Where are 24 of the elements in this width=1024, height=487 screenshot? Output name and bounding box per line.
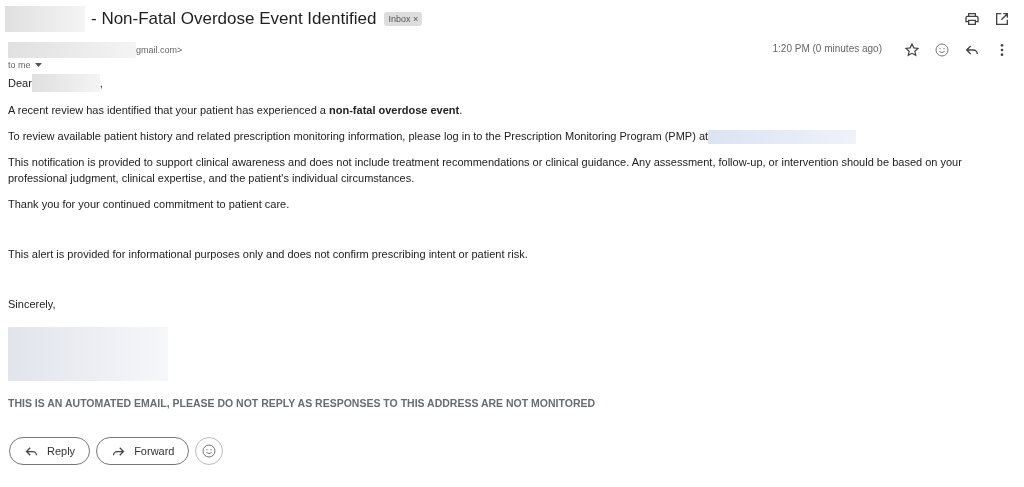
- emoji-reaction-button[interactable]: [195, 437, 224, 466]
- emoji-icon: [201, 443, 218, 460]
- recipient-dropdown[interactable]: to me: [8, 60, 42, 70]
- greeting: Dear: [8, 77, 32, 89]
- star-icon[interactable]: [904, 42, 920, 58]
- emoji-icon[interactable]: [934, 42, 950, 58]
- timestamp: 1:20 PM (0 minutes ago): [772, 43, 882, 54]
- sender-email: gmail.com>: [136, 45, 183, 55]
- redaction-block: [31, 74, 100, 92]
- print-icon[interactable]: [964, 11, 980, 27]
- greeting-comma: ,: [99, 77, 103, 89]
- body-paragraph: This notification is provided to support clinical awareness and does not include treatment recommendations or clinical guidance. Any assessment, follow-up, or intervention should be based on your professional judgment, clinical expertise, and the patient's individual circumstances.: [8, 156, 962, 185]
- body-paragraph: A recent review has identified that your patient has experienced a non-fatal overdose event.: [8, 104, 463, 116]
- reply-button[interactable]: Reply: [9, 437, 91, 466]
- body-paragraph: Sincerely,: [8, 298, 56, 311]
- open-in-new-window-icon[interactable]: [994, 11, 1010, 27]
- body-paragraph: To review available patient history and related prescription monitoring information, please log in to the Prescription Monitoring Program (PMP) at: [8, 130, 709, 142]
- caret-icon: [34, 62, 42, 68]
- body-paragraph: Thank you for your continued commitment to patient care.: [8, 198, 290, 211]
- automated-notice: THIS IS AN AUTOMATED EMAIL, PLEASE DO NOT REPLY AS RESPONSES TO THIS ADDRESS ARE NOT MONITORED: [8, 397, 597, 410]
- inbox-label[interactable]: Inbox ×: [384, 12, 423, 26]
- forward-button[interactable]: Forward: [96, 437, 190, 466]
- email-subject: - Non-Fatal Overdose Event Identified: [91, 9, 377, 29]
- body-paragraph: This alert is provided for informational purposes only and does not confirm prescribing intent or patient risk.: [8, 248, 528, 261]
